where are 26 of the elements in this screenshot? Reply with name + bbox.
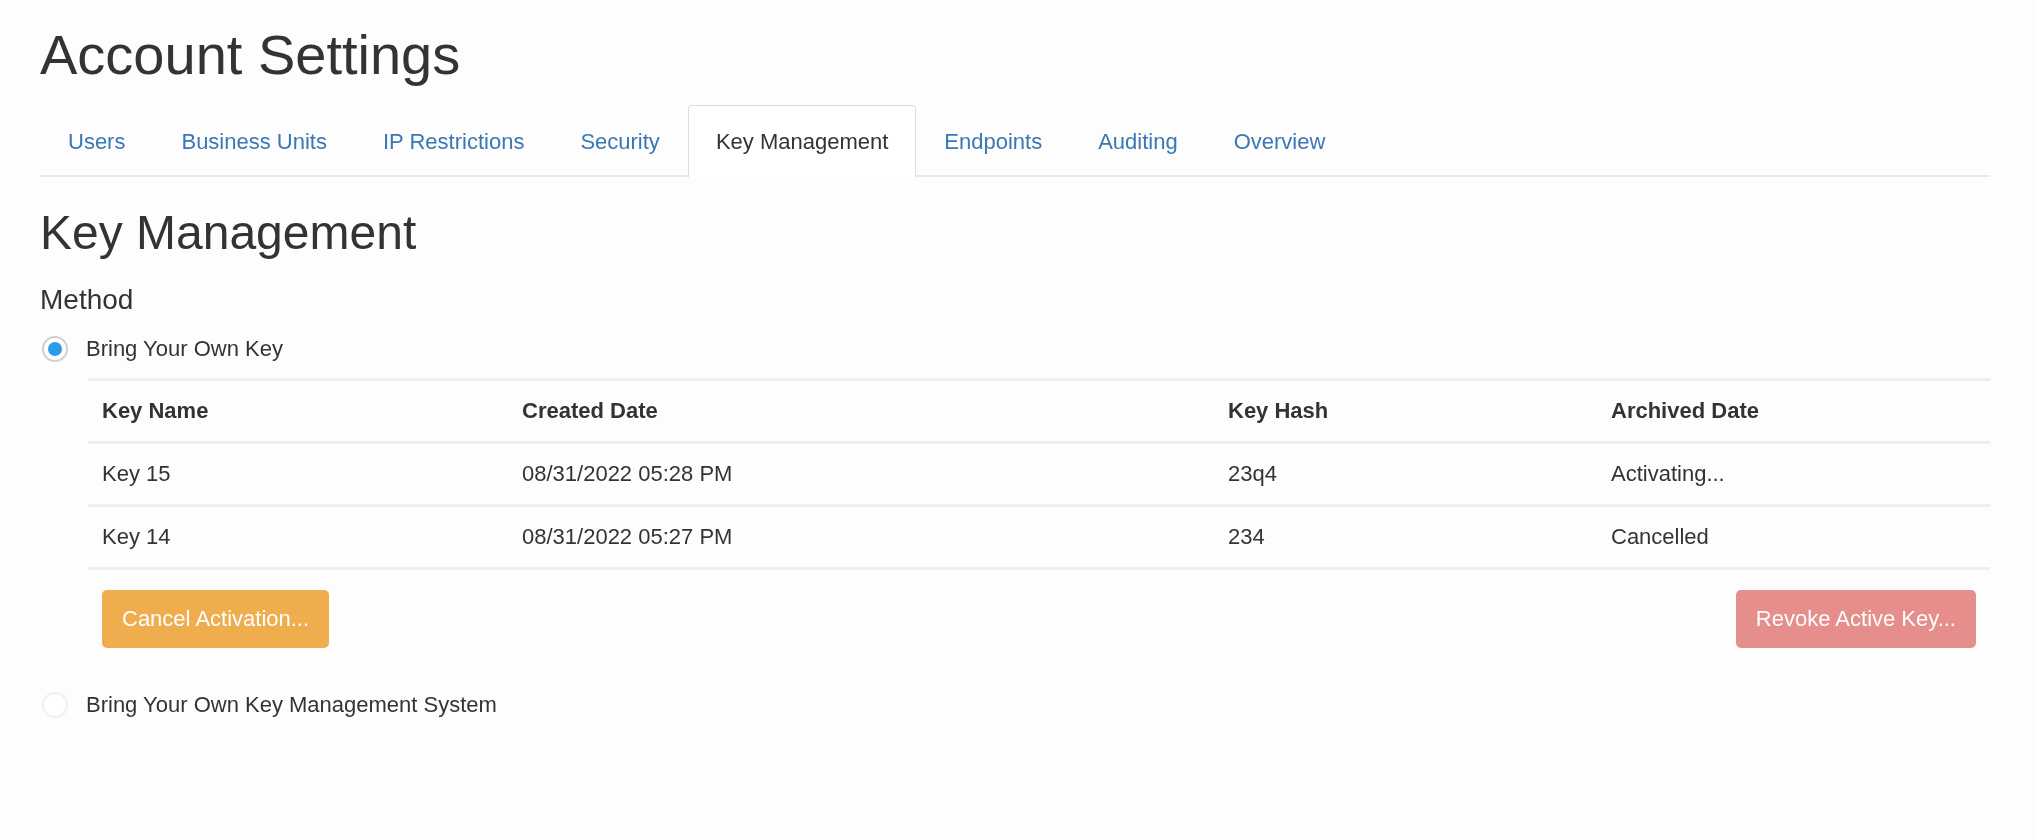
- column-header: Key Hash: [1214, 379, 1597, 443]
- section-subtitle: Method: [40, 284, 134, 316]
- table-cell: 23q4: [1214, 442, 1597, 506]
- table-cell: Key 14: [88, 505, 508, 569]
- table-cell: Cancelled: [1597, 505, 1990, 569]
- tab[interactable]: Endpoints: [916, 105, 1071, 177]
- radio-button[interactable]: [42, 336, 68, 362]
- table-cell: Activating...: [1597, 442, 1990, 506]
- tab[interactable]: IP Restrictions: [354, 105, 553, 177]
- tab[interactable]: Business Units: [153, 105, 355, 177]
- tab[interactable]: Security: [552, 105, 688, 177]
- tab[interactable]: Key Management: [687, 105, 917, 177]
- column-header: Created Date: [508, 379, 1214, 443]
- tab[interactable]: Overview: [1205, 105, 1354, 177]
- table-cell: 08/31/2022 05:28 PM: [508, 442, 1214, 506]
- table-cell: Key 15: [88, 442, 508, 506]
- tab[interactable]: Auditing: [1070, 105, 1206, 177]
- column-header: Archived Date: [1597, 379, 1990, 443]
- page-title: Account Settings: [40, 22, 461, 87]
- tab[interactable]: Users: [40, 105, 154, 177]
- radio-label: Bring Your Own Key: [86, 336, 283, 362]
- column-header: Key Name: [88, 379, 508, 443]
- radio-label: Bring Your Own Key Management System: [86, 692, 497, 718]
- section-title: Key Management: [40, 205, 417, 260]
- table-cell: 08/31/2022 05:27 PM: [508, 505, 1214, 569]
- table-cell: 234: [1214, 505, 1597, 569]
